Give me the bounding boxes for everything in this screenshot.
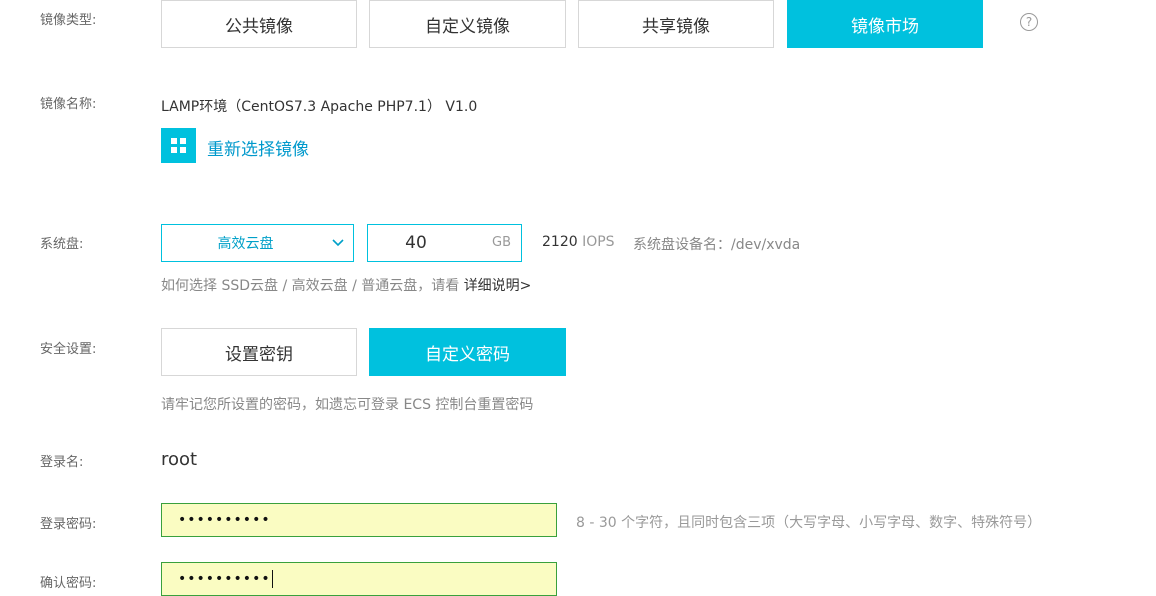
login-name-value: root: [161, 449, 198, 470]
confirm-password-value: ••••••••••: [178, 571, 271, 587]
iops-unit: IOPS: [582, 234, 615, 250]
confirm-password-input[interactable]: ••••••••••: [161, 562, 557, 596]
image-name-value: LAMP环境（CentOS7.3 Apache PHP7.1） V1.0: [161, 99, 478, 115]
password-hint: 8 - 30 个字符，且同时包含三项（大写字母、小写字母、数字、特殊符号）: [576, 515, 1042, 531]
disk-size-unit: GB: [492, 235, 511, 250]
disk-size-value: 40: [405, 233, 427, 253]
security-label: 安全设置:: [40, 342, 97, 357]
reselect-image-link[interactable]: 重新选择镜像: [207, 135, 309, 160]
tab-custom-password[interactable]: 自定义密码: [369, 328, 566, 376]
login-name-label: 登录名:: [40, 455, 84, 470]
disk-type-tip: 如何选择 SSD云盘 / 高效云盘 / 普通云盘，请看 详细说明>: [161, 275, 531, 295]
tab-shared-image[interactable]: 共享镜像: [578, 0, 774, 48]
disk-detail-link[interactable]: 详细说明>: [464, 278, 532, 294]
chevron-down-icon: [323, 239, 353, 247]
password-input[interactable]: ••••••••••: [161, 503, 557, 537]
tab-public-image[interactable]: 公共镜像: [161, 0, 357, 48]
disk-type-value: 高效云盘: [217, 236, 274, 252]
tab-image-market[interactable]: 镜像市场: [787, 0, 983, 48]
question-circle-icon[interactable]: ?: [1020, 13, 1038, 31]
tab-custom-image[interactable]: 自定义镜像: [369, 0, 566, 48]
iops-value: 2120: [542, 234, 578, 250]
image-name-label: 镜像名称:: [40, 97, 97, 112]
system-disk-label: 系统盘:: [40, 237, 84, 252]
password-label: 登录密码:: [40, 517, 97, 532]
image-type-label: 镜像类型:: [40, 13, 97, 28]
text-caret: [271, 570, 273, 588]
disk-device-name: 系统盘设备名：/dev/xvda: [633, 237, 801, 253]
grid-icon[interactable]: [161, 128, 196, 163]
security-tip: 请牢记您所设置的密码，如遗忘可登录 ECS 控制台重置密码: [161, 397, 534, 413]
password-value: ••••••••••: [178, 512, 271, 528]
disk-type-select[interactable]: 高效云盘: [161, 224, 354, 262]
tab-set-key[interactable]: 设置密钥: [161, 328, 357, 376]
disk-tip-text: 如何选择 SSD云盘 / 高效云盘 / 普通云盘，请看: [161, 278, 464, 294]
confirm-password-label: 确认密码:: [40, 576, 97, 591]
disk-size-input[interactable]: 40 GB: [367, 224, 522, 262]
iops-info: 2120 IOPS: [542, 234, 615, 250]
